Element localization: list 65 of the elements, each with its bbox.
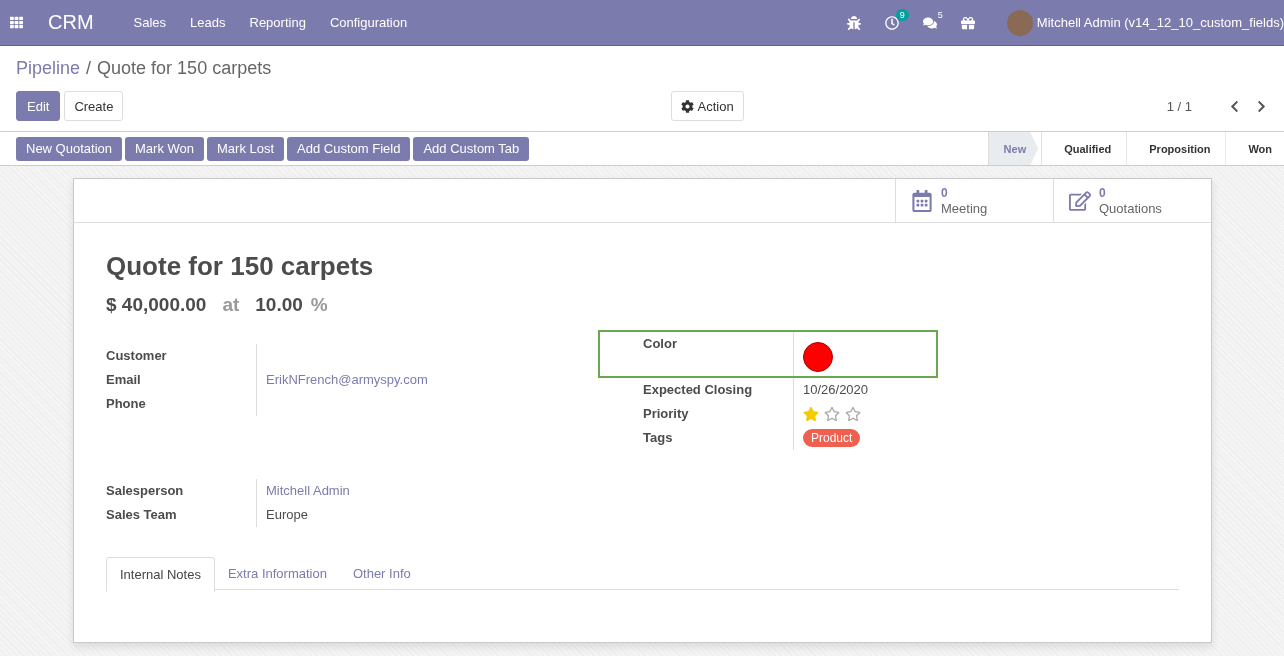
field-label: Phone: [106, 395, 147, 413]
next-icon[interactable]: [1255, 99, 1268, 113]
menu-item[interactable]: Sales: [121, 15, 179, 30]
field-label: Color: [643, 335, 678, 353]
field-label: Sales Team: [106, 506, 178, 524]
at-label: at: [222, 294, 240, 316]
star-outline-icon[interactable]: [824, 406, 840, 422]
percent-sign: %: [310, 294, 328, 316]
header-button[interactable]: Mark Won: [125, 136, 204, 161]
menu-item[interactable]: Configuration: [317, 15, 420, 30]
message-count: 5: [936, 8, 944, 21]
expected-revenue: $ 40,000.00: [106, 294, 207, 316]
bug-icon[interactable]: [846, 15, 861, 30]
menu-item[interactable]: Leads: [178, 15, 238, 30]
smart-button-count: 0: [941, 185, 949, 201]
gear-icon: [680, 99, 694, 113]
gift-icon[interactable]: [960, 15, 975, 30]
calendar-icon: [911, 189, 933, 212]
app-name: CRM: [48, 11, 94, 34]
pager: 1 / 1: [1166, 98, 1192, 114]
smart-button-count: 0: [1099, 185, 1107, 201]
field-label: Salesperson: [106, 482, 185, 500]
stage-button[interactable]: Qualified: [1041, 132, 1124, 165]
action-button[interactable]: Action: [670, 91, 744, 121]
stage-button[interactable]: Proposition: [1126, 132, 1223, 165]
field-label: Email: [106, 371, 142, 389]
header-button[interactable]: Mark Lost: [207, 136, 285, 161]
star-outline-icon[interactable]: [845, 406, 861, 422]
clock-icon[interactable]: [884, 15, 899, 30]
stage-button[interactable]: New: [987, 132, 1039, 165]
smart-button[interactable]: 0 Meeting: [895, 179, 1053, 222]
notebook-tab[interactable]: Internal Notes: [106, 557, 215, 592]
field-link[interactable]: ErikNFrench@armyspy.com: [266, 370, 428, 390]
color-swatch[interactable]: [803, 342, 833, 372]
field-value: 10/26/2020: [803, 381, 869, 399]
smart-button[interactable]: 0 Quotations: [1053, 179, 1211, 222]
field-label: Tags: [643, 429, 674, 447]
menu-item[interactable]: Reporting: [237, 15, 318, 30]
field-label: Priority: [643, 405, 690, 423]
record-title: Quote for 150 carpets: [106, 251, 375, 282]
chat-icon[interactable]: [922, 15, 937, 30]
notebook-tab[interactable]: Extra Information: [214, 557, 340, 589]
user-name[interactable]: Mitchell Admin (v14_12_10_custom_fields): [1036, 15, 1284, 30]
header-button[interactable]: Add Custom Tab: [413, 136, 530, 161]
field-value: Europe: [266, 506, 308, 524]
breadcrumb-link[interactable]: Pipeline: [16, 58, 81, 90]
notebook-tab[interactable]: Other Info: [339, 557, 424, 589]
activity-count: 9: [895, 8, 909, 21]
smart-button-label: Meeting: [941, 200, 988, 216]
header-button[interactable]: New Quotation: [16, 136, 122, 161]
edit-button[interactable]: Edit: [16, 91, 61, 121]
tag: Product: [803, 429, 861, 447]
breadcrumb-current: Quote for 150 carpets: [97, 58, 272, 80]
probability: 10.00: [255, 294, 303, 316]
stage-button[interactable]: Won: [1225, 132, 1284, 165]
create-button[interactable]: Create: [64, 91, 124, 121]
edit-icon: [1069, 189, 1091, 212]
smart-button-label: Quotations: [1099, 200, 1162, 216]
breadcrumb-separator: /: [86, 58, 92, 80]
previous-icon[interactable]: [1228, 99, 1241, 113]
field-label: Expected Closing: [643, 381, 754, 399]
field-link[interactable]: Mitchell Admin: [266, 481, 350, 501]
field-label: Customer: [106, 347, 168, 365]
star-icon[interactable]: [803, 406, 819, 422]
header-button[interactable]: Add Custom Field: [287, 136, 411, 161]
